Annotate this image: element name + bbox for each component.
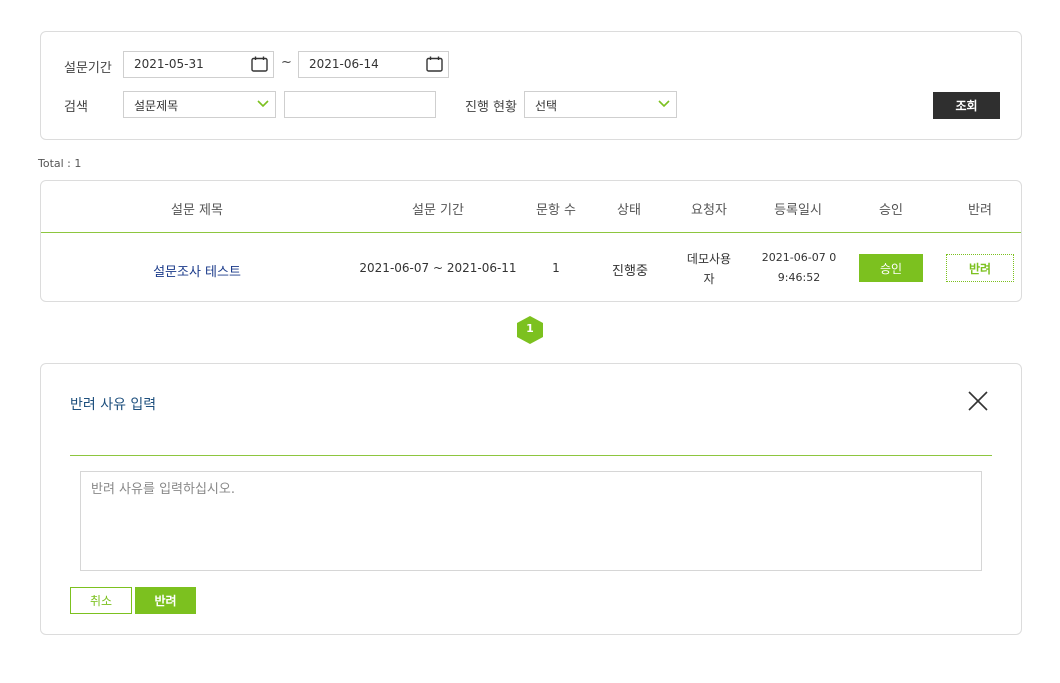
end-date-value: 2021-06-14 — [309, 57, 379, 71]
close-icon[interactable] — [967, 390, 989, 412]
search-panel: 설문기간 2021-05-31 ~ 2021-06-14 검색 설문제목 진행 … — [40, 31, 1022, 140]
pagination-current-page[interactable]: 1 — [516, 315, 544, 345]
calendar-icon[interactable] — [426, 56, 443, 72]
approve-button[interactable]: 승인 — [859, 254, 923, 282]
page-number: 1 — [526, 322, 534, 335]
total-count: Total : 1 — [38, 157, 82, 170]
question-count: 1 — [552, 261, 560, 275]
search-label: 검색 — [64, 100, 88, 115]
header-requester: 요청자 — [691, 203, 727, 218]
query-button[interactable]: 조회 — [933, 92, 1000, 119]
survey-period: 2021-06-07 ~ 2021-06-11 — [359, 261, 517, 275]
status-select[interactable]: 선택 — [524, 91, 677, 118]
header-period: 설문 기간 — [412, 203, 464, 218]
chevron-down-icon — [257, 100, 269, 108]
search-keyword-input[interactable] — [284, 91, 436, 118]
cancel-button[interactable]: 취소 — [70, 587, 132, 614]
header-reject: 반려 — [968, 203, 992, 218]
header-count: 문항 수 — [535, 203, 576, 218]
confirm-reject-button[interactable]: 반려 — [135, 587, 196, 614]
date-range-separator: ~ — [281, 55, 292, 70]
end-date-input[interactable]: 2021-06-14 — [298, 51, 449, 78]
search-type-select[interactable]: 설문제목 — [123, 91, 276, 118]
dialog-title: 반려 사유 입력 — [70, 397, 157, 413]
dialog-divider — [70, 455, 992, 456]
header-title: 설문 제목 — [171, 203, 223, 218]
header-status: 상태 — [617, 203, 641, 218]
registered-line2: 9:46:52 — [777, 271, 821, 284]
header-approve: 승인 — [879, 203, 903, 218]
reject-reason-textarea[interactable] — [80, 471, 982, 571]
period-label: 설문기간 — [64, 61, 112, 76]
survey-table: 설문 제목 설문 기간 문항 수 상태 요청자 등록일시 승인 반려 설문조사 … — [40, 180, 1022, 302]
reject-button[interactable]: 반려 — [946, 254, 1014, 282]
start-date-value: 2021-05-31 — [134, 57, 204, 71]
search-type-value: 설문제목 — [134, 99, 179, 113]
header-registered: 등록일시 — [774, 203, 822, 218]
registered-line1: 2021-06-07 0 — [761, 251, 837, 264]
header-divider — [41, 232, 1021, 233]
survey-status: 진행중 — [612, 264, 648, 279]
survey-title-link[interactable]: 설문조사 테스트 — [117, 261, 277, 280]
status-value: 선택 — [535, 99, 558, 113]
start-date-input[interactable]: 2021-05-31 — [123, 51, 274, 78]
status-label: 진행 현황 — [465, 100, 517, 115]
requester-line1: 데모사용 — [686, 252, 732, 266]
reject-reason-dialog: 반려 사유 입력 취소 반려 — [40, 363, 1022, 635]
requester-line2: 자 — [703, 272, 715, 286]
chevron-down-icon — [658, 100, 670, 108]
calendar-icon[interactable] — [251, 56, 268, 72]
